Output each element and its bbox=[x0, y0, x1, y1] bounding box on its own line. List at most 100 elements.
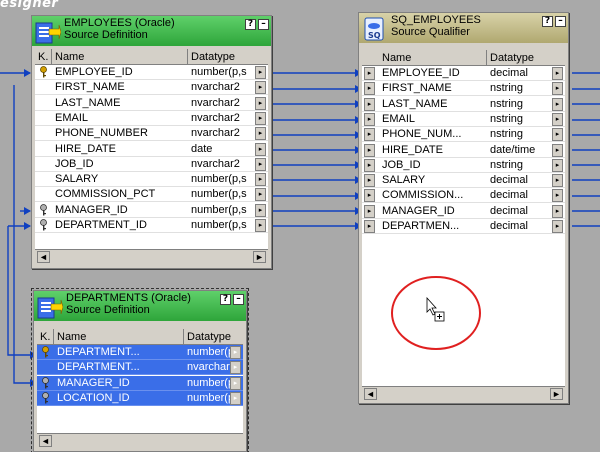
port-row[interactable]: DEPARTMENT_ID number(p,s ▸ bbox=[35, 218, 268, 233]
sq-hscrollbar[interactable]: ◄ ► bbox=[362, 386, 565, 401]
input-port-icon[interactable]: ▸ bbox=[364, 67, 375, 80]
scroll-right-button[interactable]: ► bbox=[550, 388, 563, 400]
employees-hscrollbar[interactable]: ◄ ► bbox=[35, 249, 268, 264]
port-row[interactable]: ▸ EMAIL nstring ▸ bbox=[362, 112, 565, 127]
port-row[interactable]: MANAGER_ID number(p ▸ bbox=[37, 375, 243, 391]
port-row[interactable]: ▸ EMPLOYEE_ID decimal ▸ bbox=[362, 66, 565, 81]
employees-titlebar[interactable]: EMPLOYEES (Oracle) Source Definition ? – bbox=[32, 16, 271, 46]
output-port-icon[interactable]: ▸ bbox=[230, 346, 241, 359]
input-port-icon[interactable]: ▸ bbox=[364, 174, 375, 188]
scroll-left-button[interactable]: ◄ bbox=[364, 388, 377, 400]
output-port-icon[interactable]: ▸ bbox=[552, 220, 563, 233]
output-port-icon[interactable]: ▸ bbox=[230, 376, 241, 390]
port-datatype: nvarchar2 bbox=[187, 361, 233, 374]
port-row[interactable]: ▸ JOB_ID nstring ▸ bbox=[362, 158, 565, 173]
output-port-icon[interactable]: ▸ bbox=[552, 189, 563, 203]
port-datatype: decimal bbox=[490, 189, 528, 202]
output-port-icon[interactable]: ▸ bbox=[552, 158, 563, 172]
input-port-icon[interactable]: ▸ bbox=[364, 82, 375, 96]
output-port-icon[interactable]: ▸ bbox=[255, 111, 266, 125]
scroll-left-button[interactable]: ◄ bbox=[37, 251, 50, 263]
scroll-right-button[interactable]: ► bbox=[253, 251, 266, 263]
sq-employees-source-qualifier[interactable]: SQ SQ_EMPLOYEES Source Qualifier ? – Nam… bbox=[358, 12, 569, 404]
port-row[interactable]: EMPLOYEE_ID number(p,s ▸ bbox=[35, 65, 268, 80]
employees-source-definition[interactable]: EMPLOYEES (Oracle) Source Definition ? –… bbox=[31, 15, 272, 269]
output-port-icon[interactable]: ▸ bbox=[255, 81, 266, 95]
output-port-icon[interactable]: ▸ bbox=[255, 188, 266, 202]
input-port-icon[interactable]: ▸ bbox=[364, 189, 375, 203]
help-button[interactable]: ? bbox=[245, 19, 256, 30]
port-row[interactable]: PHONE_NUMBER nvarchar2 ▸ bbox=[35, 126, 268, 142]
port-row[interactable]: ▸ FIRST_NAME nstring ▸ bbox=[362, 81, 565, 97]
port-row[interactable]: ▸ SALARY decimal ▸ bbox=[362, 173, 565, 189]
input-port-icon[interactable]: ▸ bbox=[364, 204, 375, 218]
input-port-icon[interactable]: ▸ bbox=[364, 97, 375, 111]
output-port-icon[interactable]: ▸ bbox=[255, 142, 266, 156]
port-datatype: number(p bbox=[187, 346, 233, 358]
col-name-header: Name bbox=[382, 52, 412, 64]
input-port-icon[interactable]: ▸ bbox=[364, 158, 375, 172]
output-port-icon[interactable]: ▸ bbox=[552, 143, 563, 157]
port-name: EMPLOYEE_ID bbox=[55, 66, 133, 78]
output-port-icon[interactable]: ▸ bbox=[255, 127, 266, 141]
output-port-icon[interactable]: ▸ bbox=[255, 219, 266, 232]
port-datatype: decimal bbox=[490, 220, 528, 232]
output-port-icon[interactable]: ▸ bbox=[552, 128, 563, 142]
port-row[interactable]: LAST_NAME nvarchar2 ▸ bbox=[35, 96, 268, 111]
port-name: PHONE_NUM... bbox=[382, 128, 462, 141]
output-port-icon[interactable]: ▸ bbox=[255, 157, 266, 171]
port-row[interactable]: ▸ COMMISSION... decimal ▸ bbox=[362, 188, 565, 204]
output-port-icon[interactable]: ▸ bbox=[552, 67, 563, 80]
port-datatype: number(p,s bbox=[191, 66, 247, 78]
port-name: FIRST_NAME bbox=[55, 81, 125, 94]
output-port-icon[interactable]: ▸ bbox=[255, 66, 266, 79]
port-row[interactable]: JOB_ID nvarchar2 ▸ bbox=[35, 157, 268, 172]
output-port-icon[interactable]: ▸ bbox=[552, 112, 563, 126]
port-row[interactable]: LOCATION_ID number(p ▸ bbox=[37, 390, 243, 406]
input-port-icon[interactable]: ▸ bbox=[364, 128, 375, 142]
drag-cursor-icon bbox=[426, 297, 445, 322]
input-port-icon[interactable]: ▸ bbox=[364, 112, 375, 126]
output-port-icon[interactable]: ▸ bbox=[230, 361, 241, 375]
output-port-icon[interactable]: ▸ bbox=[552, 204, 563, 218]
port-row[interactable]: ▸ DEPARTMEN... decimal ▸ bbox=[362, 219, 565, 234]
port-row[interactable]: DEPARTMENT... number(p ▸ bbox=[37, 345, 243, 360]
output-port-icon[interactable]: ▸ bbox=[552, 174, 563, 188]
port-row[interactable]: ▸ PHONE_NUM... nstring ▸ bbox=[362, 127, 565, 143]
port-row[interactable]: FIRST_NAME nvarchar2 ▸ bbox=[35, 80, 268, 96]
port-row[interactable]: COMMISSION_PCT number(p,s ▸ bbox=[35, 187, 268, 203]
departments-grid-header: K. Name Datatype bbox=[37, 329, 243, 345]
scroll-left-button[interactable]: ◄ bbox=[39, 435, 52, 447]
port-row[interactable]: SALARY number(p,s ▸ bbox=[35, 172, 268, 188]
sq-titlebar[interactable]: SQ SQ_EMPLOYEES Source Qualifier ? – bbox=[359, 13, 568, 43]
fk-arrow-1 bbox=[24, 69, 31, 77]
input-port-icon[interactable]: ▸ bbox=[364, 143, 375, 157]
minimize-button[interactable]: – bbox=[555, 16, 566, 27]
output-port-icon[interactable]: ▸ bbox=[255, 203, 266, 217]
port-row[interactable]: HIRE_DATE date ▸ bbox=[35, 142, 268, 157]
minimize-button[interactable]: – bbox=[233, 294, 244, 305]
port-row[interactable]: ▸ MANAGER_ID decimal ▸ bbox=[362, 204, 565, 219]
port-row[interactable]: ▸ LAST_NAME nstring ▸ bbox=[362, 97, 565, 112]
port-row[interactable]: EMAIL nvarchar2 ▸ bbox=[35, 111, 268, 126]
port-name: LAST_NAME bbox=[55, 96, 121, 109]
output-port-icon[interactable]: ▸ bbox=[230, 391, 241, 405]
help-button[interactable]: ? bbox=[542, 16, 553, 27]
departments-titlebar[interactable]: DEPARTMENTS (Oracle) Source Definition ?… bbox=[34, 291, 246, 321]
output-port-icon[interactable]: ▸ bbox=[552, 82, 563, 96]
port-row[interactable]: MANAGER_ID number(p,s ▸ bbox=[35, 203, 268, 218]
minimize-button[interactable]: – bbox=[258, 19, 269, 30]
departments-hscrollbar[interactable]: ◄ bbox=[37, 433, 243, 448]
input-port-icon[interactable]: ▸ bbox=[364, 220, 375, 233]
port-name: LOCATION_ID bbox=[57, 391, 130, 404]
port-row[interactable]: DEPARTMENT... nvarchar2 ▸ bbox=[37, 360, 243, 376]
port-row[interactable]: ▸ HIRE_DATE date/time ▸ bbox=[362, 143, 565, 158]
output-port-icon[interactable]: ▸ bbox=[255, 173, 266, 187]
help-button[interactable]: ? bbox=[220, 294, 231, 305]
port-name: HIRE_DATE bbox=[382, 143, 443, 156]
port-name: EMPLOYEE_ID bbox=[382, 67, 460, 79]
departments-source-definition[interactable]: DEPARTMENTS (Oracle) Source Definition ?… bbox=[31, 288, 249, 452]
output-port-icon[interactable]: ▸ bbox=[255, 96, 266, 110]
port-datatype: number(p,s bbox=[191, 219, 247, 231]
output-port-icon[interactable]: ▸ bbox=[552, 97, 563, 111]
